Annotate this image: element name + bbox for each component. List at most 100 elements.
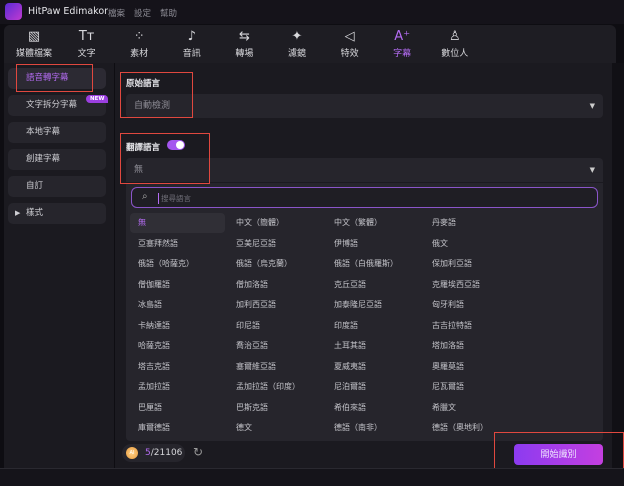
language-option[interactable]: 德文 <box>228 418 323 438</box>
language-option[interactable]: 夏威夷語 <box>326 357 421 377</box>
text-icon: Tт <box>78 29 95 44</box>
toolbar-label: 文字 <box>77 49 96 59</box>
new-badge: NEW <box>86 95 109 103</box>
toolbar-transition[interactable]: ⇆ 轉場 <box>216 28 272 59</box>
toolbar-subtitle[interactable]: A⁺ 字幕 <box>374 28 430 59</box>
menu-settings[interactable]: 設定 <box>134 7 151 19</box>
toolbar-avatar[interactable]: ♙ 數位人 <box>427 28 483 59</box>
filter-icon: ✦ <box>291 29 303 44</box>
language-option[interactable]: 印尼語 <box>228 316 323 336</box>
toolbar-label: 素材 <box>130 49 149 59</box>
sidebar-item-label: 樣式 <box>26 208 44 218</box>
language-option[interactable]: 俄文 <box>424 234 519 254</box>
start-recognition-button[interactable]: 開始識別 <box>514 444 603 465</box>
media-icon: ▧ <box>27 29 41 44</box>
language-option[interactable]: 克丘亞語 <box>326 275 421 295</box>
toolbar-label: 濾鏡 <box>287 49 306 59</box>
caret-down-icon: ▼ <box>589 166 595 174</box>
toolbar-label: 特效 <box>340 49 359 59</box>
translate-language-value: 無 <box>134 165 144 175</box>
menu-file[interactable]: 檔案 <box>108 7 125 19</box>
language-option[interactable]: 喬治亞語 <box>228 336 323 356</box>
menu-help[interactable]: 幫助 <box>160 7 177 19</box>
language-option[interactable]: 庫爾德語 <box>130 418 225 438</box>
sidebar-item[interactable]: 語音轉字幕 <box>8 68 106 89</box>
language-option[interactable]: 德語（奧地利） <box>424 418 519 438</box>
avatar-icon: ♙ <box>448 29 461 44</box>
credits-total: /21106 <box>150 448 183 458</box>
sidebar-item[interactable]: 自訂 <box>8 176 106 197</box>
toolbar-label: 媒體檔案 <box>15 49 52 59</box>
toolbar-label: 字幕 <box>393 49 412 59</box>
language-option[interactable]: 土耳其語 <box>326 336 421 356</box>
language-option[interactable]: 孟加拉語（印度） <box>228 377 323 397</box>
language-option[interactable]: 孟加拉語 <box>130 377 225 397</box>
language-option[interactable]: 尼瓦爾語 <box>424 377 519 397</box>
language-option[interactable]: 奧羅莫語 <box>424 357 519 377</box>
sidebar-item[interactable]: ▶ 樣式 <box>8 203 106 224</box>
toolbar-effects[interactable]: ◁ 特效 <box>322 28 378 59</box>
language-option[interactable]: 哈薩克語 <box>130 336 225 356</box>
transition-icon: ⇆ <box>238 29 250 44</box>
language-option[interactable]: 伊博語 <box>326 234 421 254</box>
language-option[interactable]: 俄語（白俄羅斯） <box>326 254 421 274</box>
language-option[interactable]: 卡納達語 <box>130 316 225 336</box>
toolbar-label: 音訊 <box>182 49 201 59</box>
language-option[interactable]: 克羅埃西亞語 <box>424 275 519 295</box>
language-option[interactable]: 亞美尼亞語 <box>228 234 323 254</box>
refresh-icon[interactable]: ↻ <box>193 445 203 459</box>
language-option[interactable]: 塔吉克語 <box>130 357 225 377</box>
language-option[interactable]: 希伯來語 <box>326 398 421 418</box>
translate-language-dropdown[interactable]: 無 ▼ <box>126 158 603 182</box>
language-option[interactable]: 無 <box>130 213 225 233</box>
language-option[interactable]: 巴厘語 <box>130 398 225 418</box>
language-option[interactable]: 丹麥語 <box>424 213 519 233</box>
toolbar-filter[interactable]: ✦ 濾鏡 <box>269 28 325 59</box>
sidebar-item-label: 自訂 <box>26 181 44 191</box>
sidebar-item[interactable]: 本地字幕 <box>8 122 106 143</box>
right-panel-edge <box>612 63 624 468</box>
toolbar-label: 數位人 <box>441 49 469 59</box>
sidebar-item-label: 語音轉字幕 <box>26 73 69 83</box>
language-option[interactable]: 中文（簡體） <box>228 213 323 233</box>
language-option[interactable]: 中文（繁體） <box>326 213 421 233</box>
source-language-dropdown[interactable]: 自動檢測 ▼ <box>126 94 603 118</box>
timeline-toolbar <box>0 468 624 486</box>
translate-toggle[interactable] <box>167 140 185 150</box>
app-logo <box>5 3 22 20</box>
language-option[interactable]: 加泰隆尼亞語 <box>326 295 421 315</box>
credits-count: 5/21106 <box>145 448 182 458</box>
translate-language-label: 翻譯語言 <box>126 143 161 153</box>
language-option[interactable]: 塔加洛語 <box>424 336 519 356</box>
language-search-input[interactable]: ⌕ 搜尋語言 <box>131 187 598 208</box>
expand-arrow-icon: ▶ <box>15 209 21 217</box>
source-language-label: 原始語言 <box>126 79 161 89</box>
language-option[interactable]: 俄語（哈薩克） <box>130 254 225 274</box>
sidebar-item[interactable]: 創建字幕 <box>8 149 106 170</box>
ai-coin-icon: AI <box>126 447 138 459</box>
language-option[interactable]: 希臘文 <box>424 398 519 418</box>
language-option[interactable]: 德語（南非） <box>326 418 421 438</box>
language-option[interactable]: 俄語（烏克蘭） <box>228 254 323 274</box>
toolbar-audio[interactable]: ♪ 音訊 <box>164 28 220 59</box>
sidebar-item-label: 創建字幕 <box>26 154 61 164</box>
sidebar-item-label: 本地字幕 <box>26 127 61 137</box>
language-option[interactable]: 亞塞拜然語 <box>130 234 225 254</box>
language-option[interactable]: 僧加洛語 <box>228 275 323 295</box>
language-option[interactable]: 尼泊爾語 <box>326 377 421 397</box>
toolbar-media[interactable]: ▧ 媒體檔案 <box>6 28 62 59</box>
language-option[interactable]: 巴斯克語 <box>228 398 323 418</box>
language-option[interactable]: 保加利亞語 <box>424 254 519 274</box>
language-option[interactable]: 加利西亞語 <box>228 295 323 315</box>
language-option[interactable]: 塞爾維亞語 <box>228 357 323 377</box>
language-option[interactable]: 僧伽羅語 <box>130 275 225 295</box>
audio-icon: ♪ <box>187 29 196 44</box>
language-option[interactable]: 冰島語 <box>130 295 225 315</box>
toolbar-elements[interactable]: ⁘ 素材 <box>111 28 167 59</box>
language-option[interactable]: 古吉拉特語 <box>424 316 519 336</box>
language-option[interactable]: 匈牙利語 <box>424 295 519 315</box>
toolbar-text[interactable]: Tт 文字 <box>59 28 115 59</box>
app-title: HitPaw Edimakor <box>28 6 109 17</box>
elements-icon: ⁘ <box>133 29 145 44</box>
language-option[interactable]: 印度語 <box>326 316 421 336</box>
